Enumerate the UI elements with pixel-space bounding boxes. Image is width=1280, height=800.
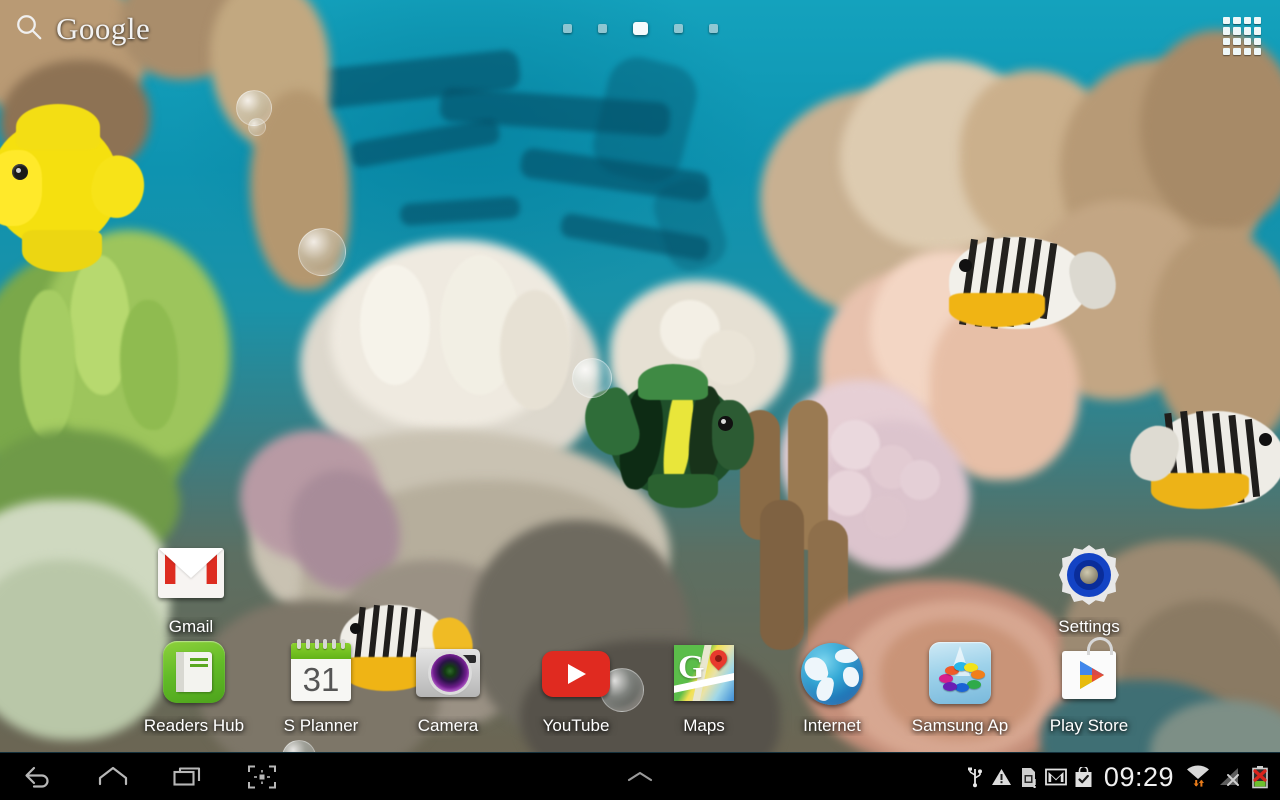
signal-off-icon: [1220, 768, 1239, 786]
app-icon-s-planner[interactable]: 31 S Planner: [261, 637, 381, 736]
background-shadow: [348, 117, 502, 169]
home-icon: [98, 766, 128, 786]
play-store-icon[interactable]: [1052, 637, 1126, 711]
apps-grid-icon[interactable]: [1220, 14, 1264, 58]
page-indicator[interactable]: [0, 20, 1280, 36]
grid-cell: [1223, 17, 1231, 25]
system-navigation-bar: 09:29: [0, 752, 1280, 800]
app-icon-play-store[interactable]: Play Store: [1029, 637, 1149, 736]
coral-shape: [360, 265, 430, 385]
app-icon-samsung-apps[interactable]: Samsung Ap: [900, 637, 1020, 736]
gmail-notification-icon: [1045, 768, 1067, 786]
app-label: Gmail: [168, 617, 214, 636]
background-shadow: [647, 172, 733, 278]
app-icon-internet[interactable]: Internet: [772, 637, 892, 736]
fish-yellow-tang: [0, 60, 152, 275]
usb-icon: [967, 767, 982, 788]
grid-cell: [1233, 37, 1241, 45]
app-label: YouTube: [542, 716, 610, 735]
app-icon-camera[interactable]: Camera: [388, 637, 508, 736]
grid-cell: [1233, 17, 1241, 25]
maps-icon[interactable]: G: [667, 637, 741, 711]
bubble: [248, 118, 266, 136]
readers-hub-icon[interactable]: [157, 637, 231, 711]
globe-icon[interactable]: [795, 637, 869, 711]
task-complete-icon: [1075, 766, 1092, 787]
coral-shape: [20, 290, 75, 440]
grid-cell: [1253, 17, 1261, 25]
grid-cell: [1253, 47, 1261, 55]
app-icon-youtube[interactable]: YouTube: [516, 637, 636, 736]
grid-cell: [1243, 37, 1251, 45]
app-label: Maps: [683, 716, 725, 735]
background-shadow: [399, 195, 521, 227]
camera-icon[interactable]: [411, 637, 485, 711]
settings-gear-icon[interactable]: [1052, 538, 1126, 612]
app-icon-readers-hub[interactable]: Readers Hub: [134, 637, 254, 736]
fish-butterflyfish: [1124, 385, 1280, 530]
bubble: [298, 228, 346, 276]
back-arrow-icon: [25, 766, 49, 788]
screen-capture-icon: [248, 765, 276, 789]
home-button[interactable]: [82, 753, 144, 800]
fish-butterflyfish: [935, 225, 1121, 350]
status-clock: 09:29: [1103, 761, 1174, 792]
wifi-icon: [1187, 765, 1209, 787]
screenshot-button[interactable]: [231, 753, 293, 800]
sim-card-alert-icon: [1021, 767, 1036, 788]
app-label: Readers Hub: [143, 716, 245, 735]
app-label: Samsung Ap: [911, 716, 1009, 735]
grid-cell: [1243, 27, 1251, 35]
app-label: Internet: [803, 716, 861, 735]
app-icon-settings[interactable]: Settings: [1029, 538, 1149, 637]
youtube-icon[interactable]: [539, 637, 613, 711]
app-icon-gmail[interactable]: Gmail: [131, 538, 251, 637]
page-dot-2[interactable]: [597, 23, 607, 33]
page-dot-3-active[interactable]: [632, 21, 648, 35]
page-dot-5[interactable]: [708, 23, 718, 33]
bubble: [572, 358, 612, 398]
fish-bannerfish: [577, 360, 770, 525]
grid-cell: [1243, 17, 1251, 25]
status-bar[interactable]: 09:29: [966, 753, 1274, 800]
grid-cell: [1233, 27, 1241, 35]
recent-apps-icon: [173, 767, 201, 786]
expand-handle-button[interactable]: [609, 753, 671, 800]
grid-cell: [1243, 47, 1251, 55]
background-shadow: [586, 50, 704, 190]
recent-apps-button[interactable]: [157, 753, 219, 800]
grid-cell: [1223, 27, 1231, 35]
warning-icon: [991, 769, 1011, 785]
back-button[interactable]: [7, 753, 69, 800]
battery-error-icon: [1252, 766, 1268, 789]
calendar-icon[interactable]: 31: [284, 637, 358, 711]
coral-shape: [500, 290, 570, 410]
calendar-date: 31: [302, 661, 340, 698]
app-label: Play Store: [1049, 716, 1129, 735]
app-label: Settings: [1058, 617, 1120, 636]
grid-cell: [1233, 47, 1241, 55]
page-dot-4[interactable]: [673, 23, 683, 33]
android-home-screen: Google Gmail Settings Readers Hub 31 S P…: [0, 0, 1280, 800]
app-icon-maps[interactable]: G Maps: [644, 637, 764, 736]
app-label: S Planner: [283, 716, 359, 735]
grid-cell: [1223, 47, 1231, 55]
grid-cell: [1253, 37, 1261, 45]
anemone-bubble: [825, 470, 871, 516]
page-dot-1[interactable]: [562, 23, 572, 33]
anemone-bubble: [865, 495, 907, 537]
gmail-icon[interactable]: [154, 538, 228, 612]
chevron-up-icon: [627, 771, 653, 782]
anemone-bubble: [900, 460, 940, 500]
samsung-apps-icon[interactable]: [923, 637, 997, 711]
grid-cell: [1223, 37, 1231, 45]
app-label: Camera: [417, 716, 479, 735]
grid-cell: [1253, 27, 1261, 35]
